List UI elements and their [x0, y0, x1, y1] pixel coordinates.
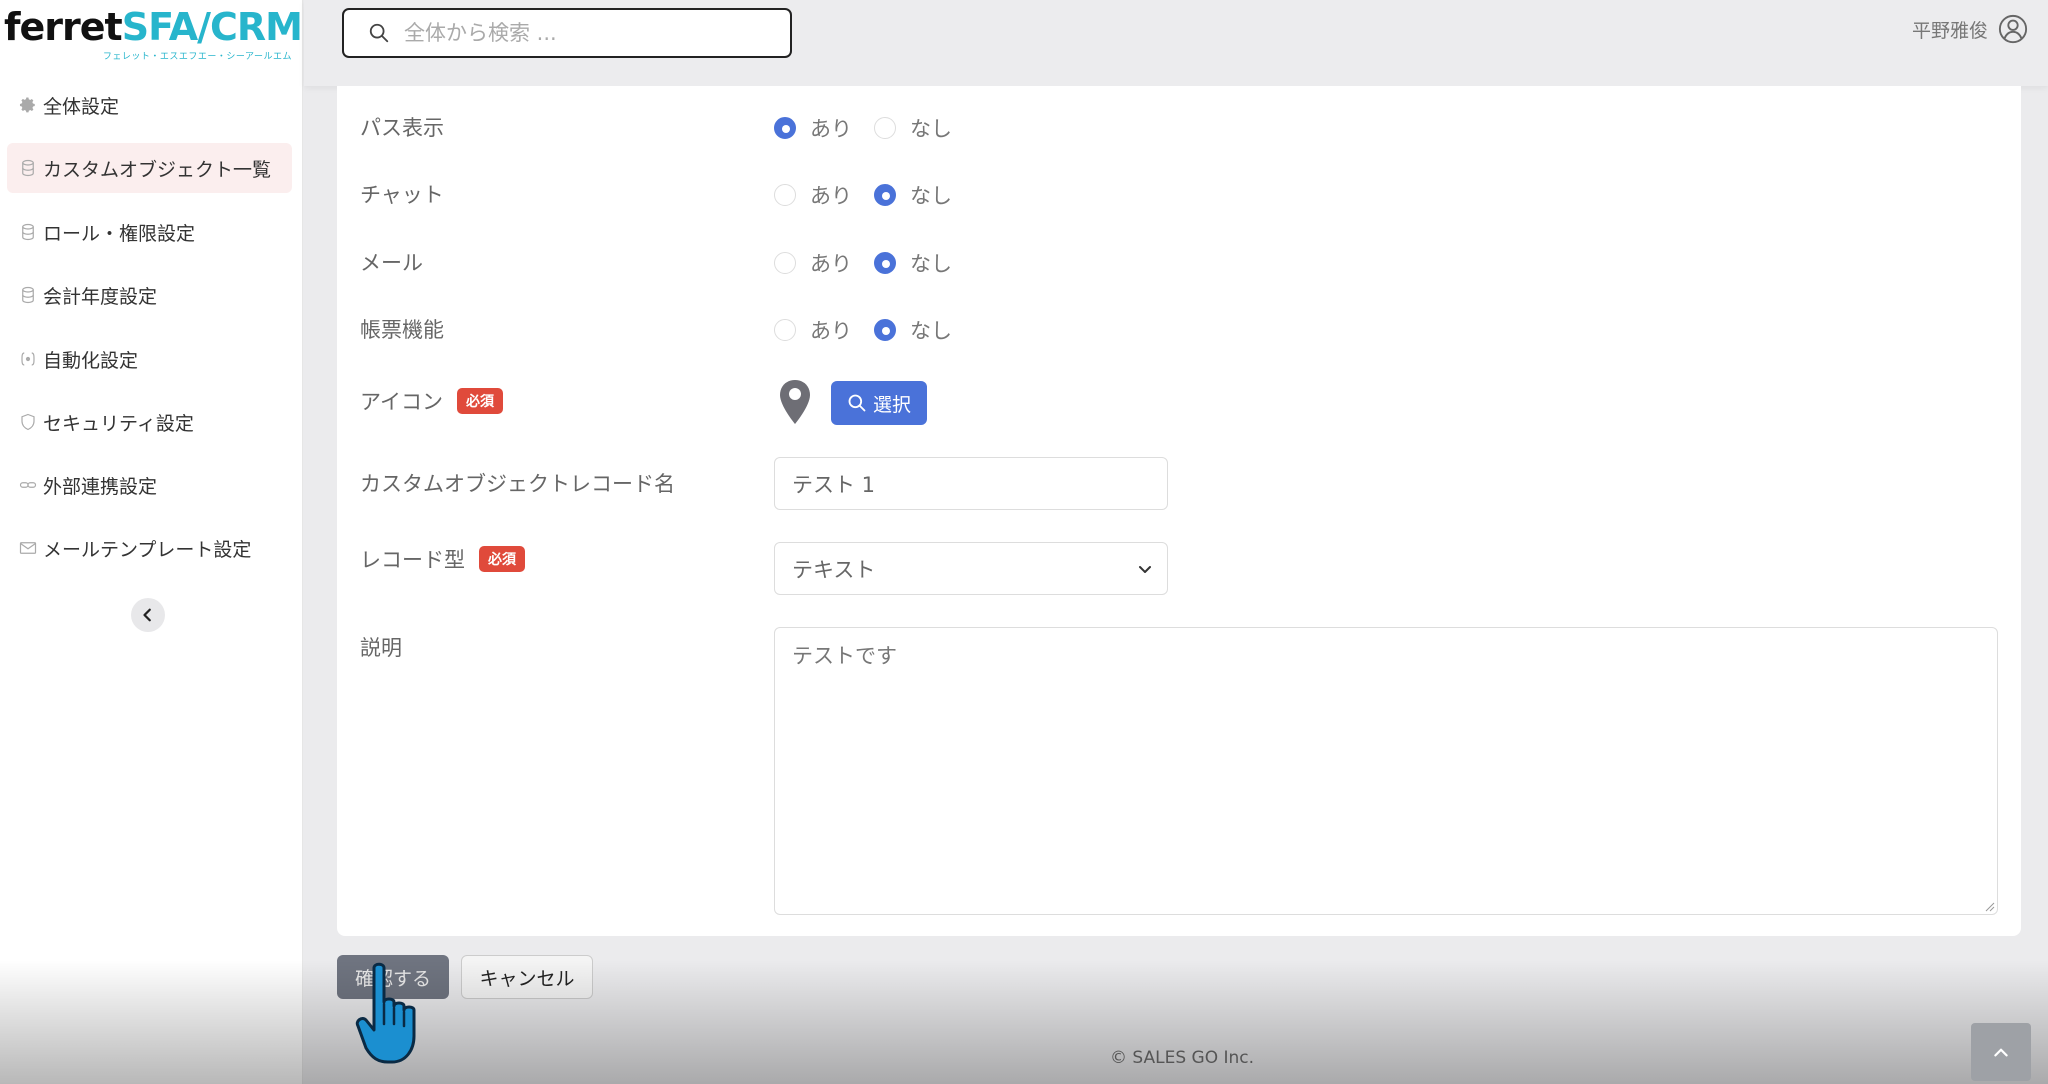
mail-icon	[17, 537, 39, 559]
shield-icon	[17, 411, 39, 433]
link-icon	[17, 474, 39, 496]
automation-icon	[17, 348, 39, 370]
sidebar-item-general-settings[interactable]: 全体設定	[7, 80, 292, 130]
mail-label: メール	[360, 251, 423, 275]
hand-pointer-icon	[355, 962, 416, 1064]
document-feature-radio-group: あり なし	[774, 315, 974, 345]
scroll-to-top-button[interactable]	[1971, 1023, 2031, 1081]
app-logo[interactable]: ferretSFA/CRM フェレット・エスエフエー・シーアールエム	[4, 4, 303, 62]
radio-label-yes: あり	[810, 252, 852, 276]
resize-handle-icon[interactable]	[1985, 902, 1995, 912]
record-type-select[interactable]: テキスト	[774, 542, 1168, 595]
gear-icon	[17, 94, 39, 116]
top-bar: 平野雅俊	[304, 0, 2048, 86]
search-icon	[369, 23, 389, 43]
sidebar-item-security[interactable]: セキュリティ設定	[7, 397, 292, 447]
radio-label-no: なし	[910, 117, 952, 141]
chevron-down-icon	[1139, 566, 1151, 573]
sidebar-item-mail-templates[interactable]: メールテンプレート設定	[7, 523, 292, 573]
search-icon	[848, 394, 866, 412]
cancel-button[interactable]: キャンセル	[461, 955, 593, 999]
sidebar: ferretSFA/CRM フェレット・エスエフエー・シーアールエム 全体設定 …	[0, 0, 303, 1084]
global-search[interactable]	[342, 8, 792, 58]
chevron-up-icon	[1994, 1048, 2008, 1057]
database-icon	[17, 284, 39, 306]
chevron-left-icon	[143, 608, 151, 622]
sidebar-item-label: カスタムオブジェクト一覧	[43, 158, 272, 181]
chat-no-radio[interactable]	[874, 184, 896, 206]
required-badge: 必須	[479, 546, 525, 572]
radio-label-yes: あり	[810, 117, 852, 141]
icon-field-label: アイコン 必須	[360, 386, 503, 416]
sidebar-item-label: ロール・権限設定	[43, 222, 196, 245]
sidebar-item-automation[interactable]: 自動化設定	[7, 334, 292, 384]
sidebar-item-label: 自動化設定	[43, 349, 139, 372]
radio-label-yes: あり	[810, 184, 852, 208]
mail-radio-group: あり なし	[774, 248, 974, 278]
document-feature-no-radio[interactable]	[874, 319, 896, 341]
document-feature-label: 帳票機能	[360, 318, 444, 342]
path-display-no-radio[interactable]	[874, 117, 896, 139]
database-icon	[17, 157, 39, 179]
required-badge: 必須	[456, 388, 503, 414]
footer-copyright: © SALES GO Inc.	[1110, 1048, 1255, 1068]
record-type-label: レコード型 必須	[360, 544, 525, 574]
map-pin-icon	[780, 380, 810, 424]
user-name: 平野雅俊	[1911, 19, 1988, 42]
mail-no-radio[interactable]	[874, 252, 896, 274]
description-textarea[interactable]: テストです	[774, 627, 1998, 915]
radio-label-no: なし	[910, 184, 952, 208]
user-avatar-icon	[1998, 14, 2028, 44]
logo-text-sfa-crm: SFA/CRM	[121, 5, 303, 49]
footer-shade	[0, 960, 2048, 1084]
logo-subtitle: フェレット・エスエフエー・シーアールエム	[102, 52, 292, 62]
database-icon	[17, 221, 39, 243]
document-feature-yes-radio[interactable]	[774, 319, 796, 341]
user-menu[interactable]: 平野雅俊	[1912, 14, 2028, 44]
radio-label-no: なし	[910, 319, 952, 343]
sidebar-collapse-button[interactable]	[131, 598, 165, 632]
sidebar-item-role-permissions[interactable]: ロール・権限設定	[7, 207, 292, 257]
radio-label-yes: あり	[810, 319, 852, 343]
description-label: 説明	[360, 636, 402, 660]
path-display-yes-radio[interactable]	[774, 117, 796, 139]
sidebar-item-fiscal-year[interactable]: 会計年度設定	[7, 270, 292, 320]
icon-select-button-label: 選択	[872, 393, 911, 416]
sidebar-item-label: 会計年度設定	[43, 285, 158, 308]
search-input[interactable]	[404, 21, 744, 45]
mail-yes-radio[interactable]	[774, 252, 796, 274]
sidebar-item-custom-objects[interactable]: カスタムオブジェクト一覧	[7, 143, 292, 193]
sidebar-item-label: セキュリティ設定	[43, 412, 194, 435]
record-name-input[interactable]: テスト 1	[774, 457, 1168, 510]
path-display-label: パス表示	[360, 116, 444, 140]
path-display-radio-group: あり なし	[774, 113, 974, 143]
chat-radio-group: あり なし	[774, 180, 974, 210]
sidebar-item-label: 外部連携設定	[43, 475, 158, 498]
logo-text-ferret: ferret	[4, 5, 123, 49]
sidebar-item-label: メールテンプレート設定	[43, 538, 252, 561]
custom-object-form: パス表示 あり なし チャット あり なし メール あり なし 帳票機能 あり …	[337, 86, 2021, 936]
record-name-label: カスタムオブジェクトレコード名	[360, 472, 675, 496]
sidebar-item-integrations[interactable]: 外部連携設定	[7, 460, 292, 510]
icon-select-button[interactable]: 選択	[831, 381, 927, 425]
chat-yes-radio[interactable]	[774, 184, 796, 206]
radio-label-no: なし	[910, 252, 952, 276]
chat-label: チャット	[360, 183, 444, 207]
sidebar-item-label: 全体設定	[43, 95, 120, 118]
